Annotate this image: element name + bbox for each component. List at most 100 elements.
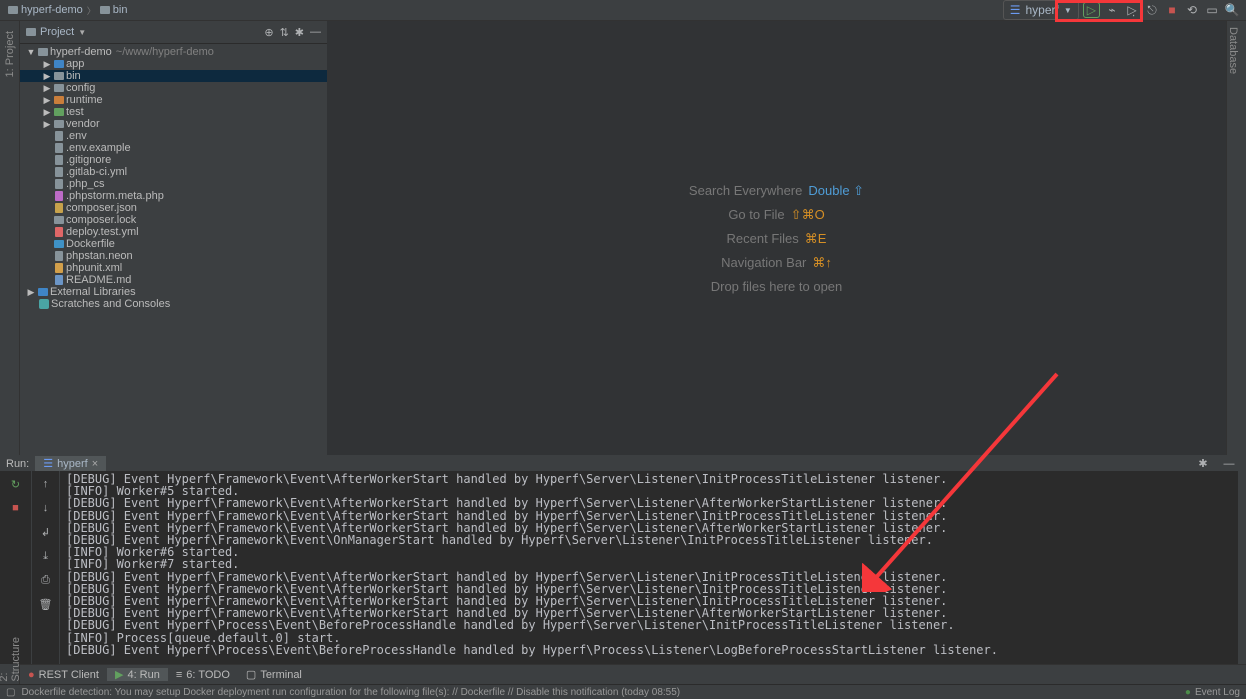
tree-label: vendor bbox=[66, 118, 100, 130]
tree-folder-app[interactable]: ▶app bbox=[20, 58, 327, 70]
minimize-icon[interactable]: — bbox=[310, 26, 321, 39]
console-output[interactable]: [DEBUG] Event Hyperf\Framework\Event\Aft… bbox=[60, 471, 1238, 664]
tree-file-gitlab-ci[interactable]: .gitlab-ci.yml bbox=[20, 166, 327, 178]
tree-file-readme[interactable]: README.md bbox=[20, 274, 327, 286]
gear-icon[interactable]: ✱ bbox=[1194, 455, 1212, 473]
tree-folder-test[interactable]: ▶ test bbox=[20, 106, 327, 118]
php-icon: ☰ bbox=[1010, 3, 1021, 17]
console-scrollbar[interactable] bbox=[1238, 471, 1246, 664]
project-tree[interactable]: ▼ hyperf-demo ~/www/hyperf-demo ▶app ▶bi… bbox=[20, 44, 327, 455]
run-panel-title: Run: bbox=[0, 458, 35, 470]
bottom-tab-run[interactable]: ▶4: Run bbox=[107, 668, 168, 681]
wrap-icon[interactable]: ↲ bbox=[37, 523, 55, 541]
breadcrumb-root-label: hyperf-demo bbox=[21, 4, 83, 16]
tree-external-libraries[interactable]: ▶External Libraries bbox=[20, 286, 327, 298]
tree-file-composer-json[interactable]: composer.json bbox=[20, 202, 327, 214]
tree-root[interactable]: ▼ hyperf-demo ~/www/hyperf-demo bbox=[20, 46, 327, 58]
project-toolwindow-tab[interactable]: 1: Project bbox=[4, 31, 16, 77]
run-with-coverage-icon[interactable]: ▷̣ bbox=[1124, 2, 1140, 18]
folder-icon bbox=[54, 84, 64, 92]
file-icon bbox=[55, 131, 63, 141]
scratches-icon bbox=[39, 299, 49, 309]
bottom-tab-terminal[interactable]: ▢ Terminal bbox=[238, 668, 310, 681]
chevron-right-icon[interactable]: ▶ bbox=[42, 107, 52, 118]
database-toolwindow-tab[interactable]: Database bbox=[1227, 27, 1239, 74]
print-icon[interactable]: ⎙ bbox=[37, 571, 55, 589]
folder-icon bbox=[8, 6, 18, 14]
stop-icon[interactable]: ■ bbox=[7, 499, 25, 517]
clear-icon[interactable]: 🗑 bbox=[37, 595, 55, 613]
tree-label: composer.lock bbox=[66, 214, 136, 226]
chevron-right-icon[interactable]: ▶ bbox=[42, 119, 52, 130]
navigation-bar: hyperf-demo 〉 bin ☰ hyperf ▼ ▷ ⌁ ▷̣ ⎋ ■ … bbox=[0, 0, 1246, 21]
tree-file-composer-lock[interactable]: composer.lock bbox=[20, 214, 327, 226]
run-button[interactable]: ▷ bbox=[1083, 2, 1100, 18]
tree-file-phpstorm-meta[interactable]: .phpstorm.meta.php bbox=[20, 190, 327, 202]
bottom-tab-todo[interactable]: ≡6: TODO bbox=[168, 669, 238, 681]
chevron-down-icon[interactable]: ▼ bbox=[78, 28, 86, 37]
file-icon bbox=[55, 179, 63, 189]
locate-icon[interactable]: ⊕ bbox=[264, 26, 273, 39]
tree-file-phpstan[interactable]: phpstan.neon bbox=[20, 250, 327, 262]
tree-label: Dockerfile bbox=[66, 238, 115, 250]
tree-file-deploy-test[interactable]: deploy.test.yml bbox=[20, 226, 327, 238]
debug-icon[interactable]: ⌁ bbox=[1104, 2, 1120, 18]
tree-file-env[interactable]: .env bbox=[20, 130, 327, 142]
bottom-tab-rest[interactable]: ●REST Client bbox=[20, 669, 107, 681]
editor-empty-state: Search Everywhere Double ⇧ Go to File ⇧⌘… bbox=[327, 21, 1226, 455]
tree-folder-vendor[interactable]: ▶ vendor bbox=[20, 118, 327, 130]
tree-root-name: hyperf-demo bbox=[50, 46, 112, 58]
hint-drop: Drop files here to open bbox=[711, 279, 843, 294]
status-message: Dockerfile detection: You may setup Dock… bbox=[21, 687, 680, 698]
breadcrumb-child[interactable]: bin bbox=[100, 4, 128, 16]
gear-icon[interactable]: ✱ bbox=[295, 26, 304, 39]
tree-scratches[interactable]: Scratches and Consoles bbox=[20, 298, 327, 310]
breadcrumb-child-label: bin bbox=[113, 4, 128, 16]
chevron-right-icon[interactable]: ▶ bbox=[42, 59, 52, 70]
folder-icon bbox=[100, 6, 110, 14]
event-log-label: Event Log bbox=[1195, 687, 1240, 698]
minimize-icon[interactable]: — bbox=[1220, 455, 1238, 473]
up-icon[interactable]: ↑ bbox=[37, 475, 55, 493]
tree-folder-runtime[interactable]: ▶runtime bbox=[20, 94, 327, 106]
run-tool-col1: ↻ ■ bbox=[0, 471, 32, 664]
breadcrumb-sep: 〉 bbox=[87, 4, 96, 17]
chevron-right-icon[interactable]: ▶ bbox=[42, 71, 52, 82]
tree-file-dockerfile[interactable]: Dockerfile bbox=[20, 238, 327, 250]
structure-tab[interactable]: 2: Structure bbox=[0, 637, 22, 682]
search-everywhere-icon[interactable]: 🔍 bbox=[1224, 2, 1240, 18]
tree-folder-config[interactable]: ▶config bbox=[20, 82, 327, 94]
down-icon[interactable]: ↓ bbox=[37, 499, 55, 517]
tree-label: .gitlab-ci.yml bbox=[66, 166, 127, 178]
shortcut: Double ⇧ bbox=[808, 183, 864, 199]
hint-search: Search Everywhere Double ⇧ bbox=[689, 183, 864, 199]
tree-label: test bbox=[66, 106, 84, 118]
run-tab-hyperf[interactable]: ☰ hyperf × bbox=[35, 456, 106, 471]
status-icon[interactable]: ▢ bbox=[6, 687, 15, 698]
chevron-down-icon[interactable]: ▼ bbox=[26, 47, 36, 57]
tree-file-env-example[interactable]: .env.example bbox=[20, 142, 327, 154]
rerun-icon[interactable]: ↻ bbox=[7, 475, 25, 493]
attach-debugger-icon[interactable]: ⎋ bbox=[1144, 2, 1160, 18]
tree-file-php-cs[interactable]: .php_cs bbox=[20, 178, 327, 190]
event-log-button[interactable]: ● Event Log bbox=[1185, 687, 1240, 698]
expand-all-icon[interactable]: ⇅ bbox=[280, 26, 289, 39]
chevron-right-icon[interactable]: ▶ bbox=[42, 95, 52, 106]
update-project-icon[interactable]: ⟲ bbox=[1184, 2, 1200, 18]
stop-button[interactable]: ■ bbox=[1164, 2, 1180, 18]
ide-settings-icon[interactable]: ▭ bbox=[1204, 2, 1220, 18]
tree-folder-bin[interactable]: ▶bin bbox=[20, 70, 327, 82]
breadcrumb-root[interactable]: hyperf-demo bbox=[8, 4, 83, 16]
bottom-tab-label: Terminal bbox=[260, 669, 302, 681]
scroll-to-end-icon[interactable]: ⤓ bbox=[37, 547, 55, 565]
folder-icon bbox=[26, 28, 36, 36]
tree-file-gitignore[interactable]: .gitignore bbox=[20, 154, 327, 166]
close-icon[interactable]: × bbox=[92, 458, 98, 470]
tree-label: composer.json bbox=[66, 202, 137, 214]
tree-file-phpunit[interactable]: phpunit.xml bbox=[20, 262, 327, 274]
terminal-icon: ▢ bbox=[246, 668, 256, 681]
run-config-selector[interactable]: ☰ hyperf ▼ bbox=[1003, 0, 1079, 20]
chevron-right-icon[interactable]: ▶ bbox=[42, 83, 52, 94]
chevron-right-icon[interactable]: ▶ bbox=[26, 287, 36, 298]
tree-label: .env bbox=[66, 130, 87, 142]
